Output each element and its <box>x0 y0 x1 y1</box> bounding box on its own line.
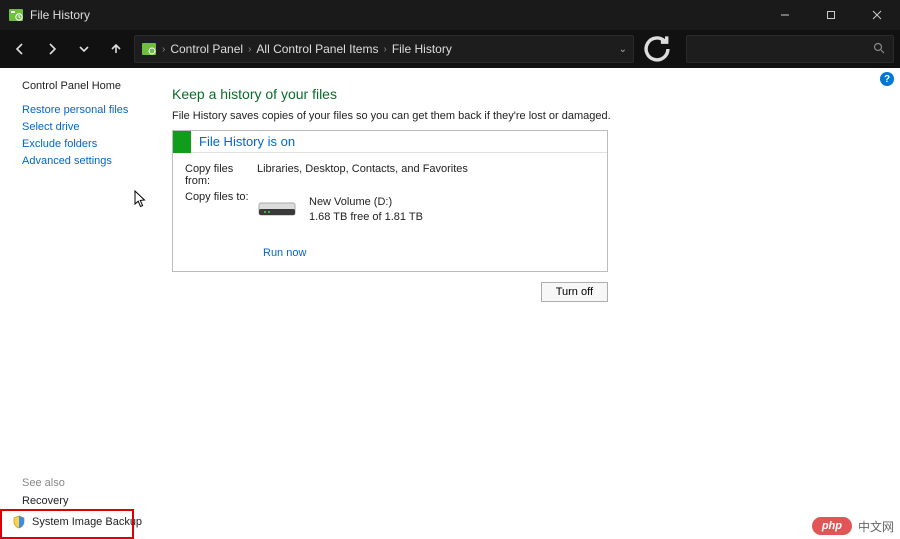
recent-dropdown-button[interactable] <box>70 35 98 63</box>
copy-from-value: Libraries, Desktop, Contacts, and Favori… <box>257 163 595 187</box>
chevron-right-icon: › <box>162 44 165 55</box>
forward-button[interactable] <box>38 35 66 63</box>
breadcrumb-item[interactable]: File History <box>392 42 452 56</box>
sidebar-item-label: System Image Backup <box>32 516 142 528</box>
window-title: File History <box>30 8 90 22</box>
sidebar-link-advanced-settings[interactable]: Advanced settings <box>22 155 170 167</box>
page-heading: Keep a history of your files <box>172 86 876 102</box>
status-title: File History is on <box>199 134 295 149</box>
breadcrumb-item[interactable]: Control Panel <box>170 42 243 56</box>
sidebar-link-exclude-folders[interactable]: Exclude folders <box>22 138 170 150</box>
help-button[interactable]: ? <box>880 72 894 86</box>
address-dropdown-button[interactable]: ⌄ <box>619 44 627 55</box>
drive-space: 1.68 TB free of 1.81 TB <box>309 210 423 225</box>
sidebar-link-system-image-backup[interactable]: System Image Backup <box>8 513 170 531</box>
status-indicator-icon <box>173 131 191 153</box>
close-button[interactable] <box>854 0 900 30</box>
file-history-breadcrumb-icon <box>141 41 157 57</box>
search-box[interactable] <box>686 35 894 63</box>
file-history-app-icon <box>8 7 24 23</box>
control-panel-home-link[interactable]: Control Panel Home <box>22 80 170 92</box>
watermark-brand: php <box>812 517 852 535</box>
chevron-right-icon: › <box>248 44 251 55</box>
sidebar-link-restore-personal-files[interactable]: Restore personal files <box>22 104 170 116</box>
maximize-button[interactable] <box>808 0 854 30</box>
minimize-button[interactable] <box>762 0 808 30</box>
run-now-link[interactable]: Run now <box>263 247 306 259</box>
copy-to-label: Copy files to: <box>185 191 257 225</box>
up-button[interactable] <box>102 35 130 63</box>
refresh-button[interactable] <box>640 35 674 63</box>
drive-icon <box>257 197 297 221</box>
drive-name: New Volume (D:) <box>309 195 423 210</box>
sidebar-link-select-drive[interactable]: Select drive <box>22 121 170 133</box>
status-box: File History is on Copy files from: Libr… <box>172 130 608 272</box>
watermark: php 中文网 <box>812 517 894 535</box>
page-description: File History saves copies of your files … <box>172 110 876 122</box>
window-titlebar: File History <box>0 0 900 30</box>
watermark-text: 中文网 <box>858 518 894 535</box>
turn-off-button[interactable]: Turn off <box>541 282 608 302</box>
see-also-heading: See also <box>22 477 170 489</box>
copy-from-label: Copy files from: <box>185 163 257 187</box>
address-bar[interactable]: › Control Panel › All Control Panel Item… <box>134 35 634 63</box>
search-icon <box>873 42 885 57</box>
back-button[interactable] <box>6 35 34 63</box>
nav-toolbar: › Control Panel › All Control Panel Item… <box>0 30 900 68</box>
sidebar-link-recovery[interactable]: Recovery <box>22 495 170 507</box>
shield-icon <box>12 515 26 529</box>
sidebar: Control Panel Home Restore personal file… <box>0 68 170 539</box>
breadcrumb-item[interactable]: All Control Panel Items <box>256 42 378 56</box>
main-panel: Keep a history of your files File Histor… <box>170 68 900 539</box>
chevron-right-icon: › <box>383 44 386 55</box>
